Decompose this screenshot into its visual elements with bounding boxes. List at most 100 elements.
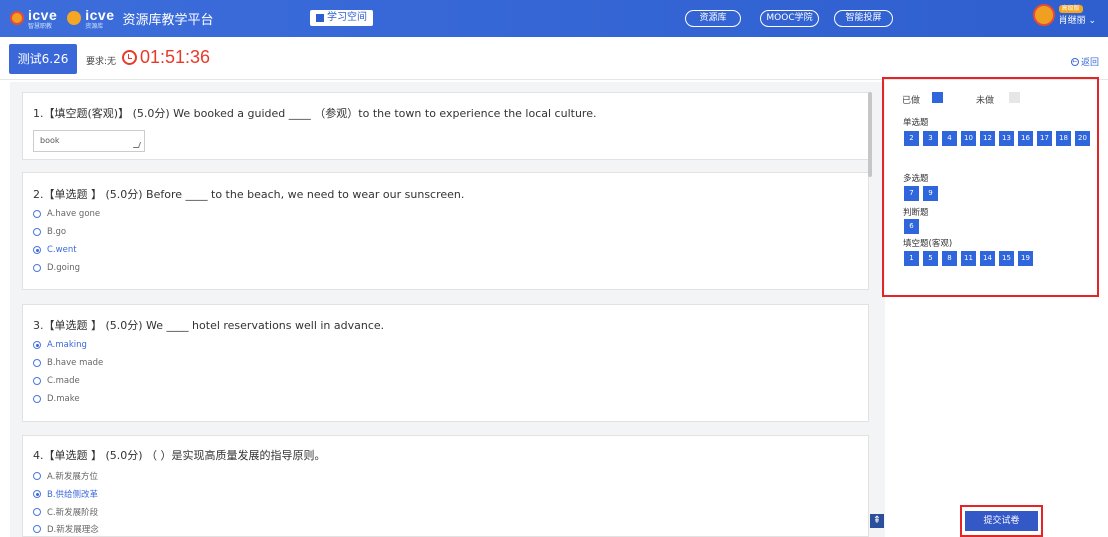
option-a[interactable]: A.making: [33, 340, 87, 350]
option-d[interactable]: D.make: [33, 394, 80, 404]
question-card-1: 1.【填空题(客观)】 (5.0分) We booked a guided __…: [22, 92, 869, 160]
question-nav-button[interactable]: 6: [904, 219, 919, 234]
logo2-text: icve: [85, 6, 115, 23]
option-b[interactable]: B.have made: [33, 358, 103, 368]
question-title: 2.【单选题 】 (5.0分) Before ____ to the beach…: [33, 188, 465, 201]
sub-header: 测试6.26 要求:无 01:51:36 ← 返回: [0, 37, 1108, 80]
option-c[interactable]: C.新发展阶段: [33, 506, 98, 518]
radio-icon: [33, 395, 41, 403]
option-label: A.making: [47, 340, 87, 350]
radio-icon: [33, 264, 41, 272]
question-nav-button[interactable]: 18: [1056, 131, 1071, 146]
user-name: 肖继丽 ⌄: [1058, 15, 1096, 26]
scrollbar-thumb[interactable]: [868, 92, 872, 177]
question-nav-button[interactable]: 14: [980, 251, 995, 266]
option-d[interactable]: D.新发展理念: [33, 523, 99, 535]
nav-mooc-button[interactable]: MOOC学院: [760, 10, 819, 27]
platform-name: 资源库教学平台: [122, 12, 214, 28]
user-info: 高级版 肖继丽 ⌄: [1058, 4, 1096, 26]
question-card-3: 3.【单选题 】 (5.0分) We ____ hotel reservatio…: [22, 304, 869, 422]
logo-area[interactable]: icve 智慧职教 icve 资源库 资源库教学平台: [10, 7, 214, 30]
question-nav-button[interactable]: 3: [923, 131, 938, 146]
option-label: B.go: [47, 227, 67, 237]
radio-icon: [33, 341, 41, 349]
option-b[interactable]: B.go: [33, 227, 66, 237]
radio-icon: [33, 508, 41, 516]
icve-logo-icon: [10, 11, 24, 25]
back-label: 返回: [1080, 58, 1099, 68]
user-name-text: 肖继丽: [1058, 15, 1086, 26]
question-nav-button[interactable]: 7: [904, 186, 919, 201]
option-c[interactable]: C.made: [33, 376, 80, 386]
legend-done-label: 已做: [902, 96, 921, 106]
option-c[interactable]: C.went: [33, 245, 77, 255]
question-nav-button[interactable]: 8: [942, 251, 957, 266]
question-nav-button[interactable]: 11: [961, 251, 976, 266]
logo2-sub: 资源库: [85, 22, 104, 30]
option-a[interactable]: A.新发展方位: [33, 470, 98, 482]
question-nav-button[interactable]: 17: [1037, 131, 1052, 146]
back-link[interactable]: ← 返回: [1070, 55, 1099, 68]
radio-icon: [33, 472, 41, 480]
submit-button[interactable]: 提交试卷: [965, 511, 1038, 531]
question-nav-button[interactable]: 10: [961, 131, 976, 146]
radio-icon: [33, 525, 41, 533]
question-nav-button[interactable]: 20: [1075, 131, 1090, 146]
answer-input[interactable]: book: [33, 130, 145, 152]
question-nav-button[interactable]: 1: [904, 251, 919, 266]
tab-test[interactable]: 测试6.26: [9, 44, 77, 74]
question-nav-button[interactable]: 9: [923, 186, 938, 201]
radio-icon: [33, 246, 41, 254]
option-label: A.新发展方位: [47, 472, 98, 482]
radio-icon: [33, 377, 41, 385]
question-card-4: 4.【单选题 】 (5.0分) （ ）是实现高质量发展的指导原则。 A.新发展方…: [22, 435, 869, 537]
avatar: [1032, 4, 1055, 26]
radio-icon: [33, 490, 41, 498]
legend-done-swatch: [932, 92, 943, 103]
question-nav-button[interactable]: 2: [904, 131, 919, 146]
to-top-icon[interactable]: ⇞: [870, 514, 884, 528]
option-label: B.have made: [47, 358, 104, 368]
logo1: icve 智慧职教: [28, 7, 57, 30]
question-nav-button[interactable]: 5: [923, 251, 938, 266]
question-title: 4.【单选题 】 (5.0分) （ ）是实现高质量发展的指导原则。: [33, 449, 326, 462]
clock-icon: [122, 50, 137, 65]
option-d[interactable]: D.going: [33, 263, 80, 273]
option-label: C.made: [47, 376, 80, 386]
nav-resource-button[interactable]: 资源库: [685, 10, 741, 27]
question-card-2: 2.【单选题 】 (5.0分) Before ____ to the beach…: [22, 172, 869, 290]
study-space-button[interactable]: 学习空间: [310, 10, 373, 26]
resize-grip-icon[interactable]: [132, 142, 142, 148]
legend-undone-swatch: [1009, 92, 1020, 103]
option-b[interactable]: B.供给侧改革: [33, 488, 98, 500]
question-nav-button[interactable]: 12: [980, 131, 995, 146]
radio-icon: [33, 228, 41, 236]
question-nav-button[interactable]: 19: [1018, 251, 1033, 266]
option-label: D.going: [47, 263, 80, 273]
radio-icon: [33, 210, 41, 218]
logo1-text: icve: [28, 6, 58, 23]
option-a[interactable]: A.have gone: [33, 209, 100, 219]
legend-undone-label: 未做: [976, 96, 995, 106]
logo2: icve 资源库: [85, 7, 114, 30]
question-title: 3.【单选题 】 (5.0分) We ____ hotel reservatio…: [33, 319, 385, 332]
study-space-label: 学习空间: [327, 12, 367, 23]
group-label-multi: 多选题: [903, 174, 929, 184]
back-icon: ←: [1070, 57, 1079, 66]
option-label: B.供给侧改革: [47, 490, 99, 500]
question-nav-button[interactable]: 13: [999, 131, 1014, 146]
option-label: C.新发展阶段: [47, 508, 99, 518]
user-menu[interactable]: 高级版 肖继丽 ⌄: [1032, 4, 1096, 26]
question-nav-button[interactable]: 15: [999, 251, 1014, 266]
question-nav-button[interactable]: 4: [942, 131, 957, 146]
group-label-fill: 填空题(客观): [903, 239, 953, 249]
option-label: C.went: [47, 245, 77, 255]
option-label: D.make: [47, 394, 80, 404]
nav-cast-button[interactable]: 智能投屏: [834, 10, 893, 27]
question-nav-button[interactable]: 16: [1018, 131, 1033, 146]
question-title: 1.【填空题(客观)】 (5.0分) We booked a guided __…: [33, 107, 597, 120]
radio-icon: [33, 359, 41, 367]
resource-logo-icon: [67, 11, 82, 25]
group-label-judge: 判断题: [903, 208, 929, 218]
logo1-sub: 智慧职教: [28, 22, 53, 30]
